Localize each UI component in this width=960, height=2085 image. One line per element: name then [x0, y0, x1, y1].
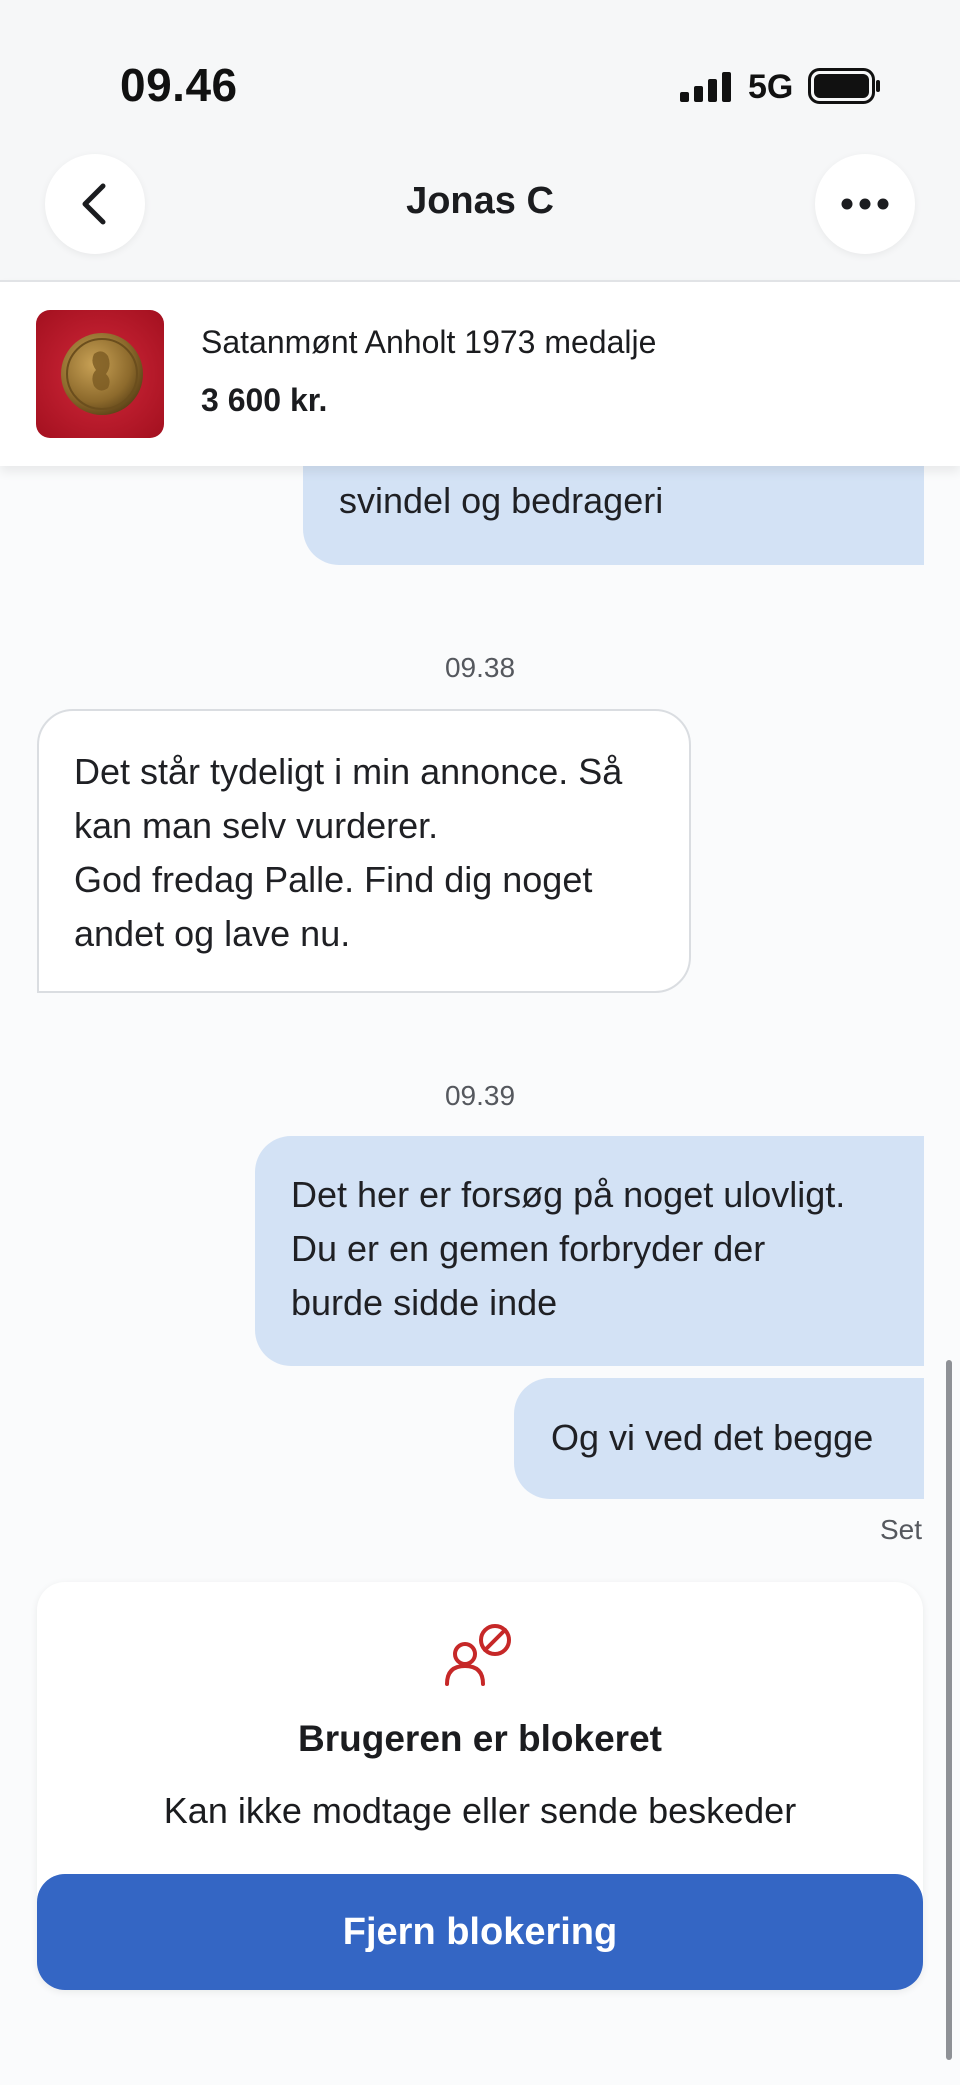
cellular-signal-icon	[680, 72, 731, 102]
blocked-user-card: Brugeren er blokeret Kan ikke modtage el…	[37, 1582, 923, 1990]
listing-summary[interactable]: Satanmønt Anholt 1973 medalje 3 600 kr.	[0, 280, 960, 466]
message-line: Og vi ved det begge	[551, 1417, 874, 1458]
coin-image-icon	[36, 310, 164, 438]
message-bubble-incoming: Det står tydeligt i min annonce. Så kan …	[37, 709, 691, 993]
listing-title: Satanmønt Anholt 1973 medalje	[201, 324, 657, 360]
status-bar: 09.46 5G	[0, 0, 960, 140]
chat-header: Jonas C	[0, 140, 960, 280]
message-line: kan man selv vurderer.	[74, 805, 439, 846]
blocked-description: Kan ikke modtage eller sende beskeder	[163, 1790, 797, 1831]
listing-thumbnail[interactable]	[36, 310, 164, 438]
more-options-button[interactable]	[815, 154, 915, 254]
message-line: Du er en gemen forbryder der	[291, 1228, 766, 1269]
blocked-title: Brugeren er blokeret	[298, 1718, 662, 1759]
message-bubble-outgoing: Det her er forsøg på noget ulovligt. Du …	[255, 1136, 924, 1366]
status-time: 09.46	[120, 59, 238, 111]
message-line: burde sidde inde	[291, 1282, 558, 1323]
seen-status: Set	[879, 1514, 922, 1545]
scrollbar[interactable]	[946, 1360, 952, 2060]
more-horizontal-icon	[841, 198, 889, 210]
message-line: Det står tydeligt i min annonce. Så	[74, 751, 623, 792]
message-timestamp: 09.38	[444, 652, 516, 683]
message-text: svindel og bedrageri	[339, 480, 664, 521]
user-blocked-icon	[445, 1624, 511, 1686]
listing-price: 3 600 kr.	[201, 382, 328, 418]
message-line: God fredag Palle. Find dig noget	[74, 859, 593, 900]
message-bubble-outgoing: Og vi ved det begge	[514, 1378, 924, 1499]
battery-icon	[808, 68, 880, 104]
network-label: 5G	[748, 68, 794, 106]
message-line: andet og lave nu.	[74, 913, 351, 954]
message-line: Det her er forsøg på noget ulovligt.	[291, 1174, 846, 1215]
unblock-button[interactable]: Fjern blokering	[37, 1874, 923, 1990]
message-timestamp: 09.39	[444, 1080, 516, 1111]
